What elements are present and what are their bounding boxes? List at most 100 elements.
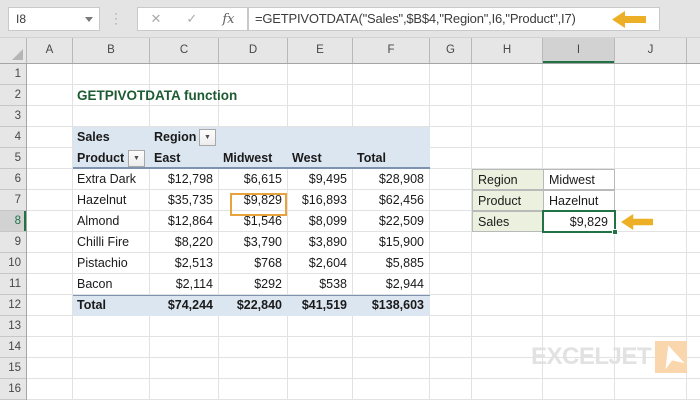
- pivot-value-cell[interactable]: $2,944: [353, 274, 424, 295]
- pivot-column-header[interactable]: Total: [357, 148, 386, 169]
- pivot-value-cell[interactable]: $6,615: [219, 169, 282, 190]
- pivot-row-field-label[interactable]: Product: [77, 148, 124, 169]
- pivot-value-cell[interactable]: $9,495: [288, 169, 347, 190]
- pivot-value-cell[interactable]: $538: [288, 274, 347, 295]
- row-header-4[interactable]: 4: [0, 127, 26, 148]
- pivot-value-cell[interactable]: $22,509: [353, 211, 424, 232]
- column-header-D[interactable]: D: [219, 38, 288, 63]
- pivot-value-cell[interactable]: $8,099: [288, 211, 347, 232]
- column-header-B[interactable]: B: [73, 38, 150, 63]
- pivot-value-field-label[interactable]: Sales: [77, 127, 110, 148]
- pivot-value-cell[interactable]: $28,908: [353, 169, 424, 190]
- pivot-column-header[interactable]: Midwest: [223, 148, 272, 169]
- lookup-label-cell[interactable]: Product: [472, 190, 544, 211]
- gridline: [429, 64, 430, 400]
- pivot-column-header[interactable]: East: [154, 148, 180, 169]
- row-header-7[interactable]: 7: [0, 190, 26, 211]
- row-header-13[interactable]: 13: [0, 316, 26, 337]
- row-headers: 1 2 3 4 5 6 7 8 9 10 11 12 13 14 15 16: [0, 64, 27, 400]
- pivot-value-cell[interactable]: $5,885: [353, 253, 424, 274]
- row-header-9[interactable]: 9: [0, 232, 26, 253]
- pivot-value-cell[interactable]: $35,735: [150, 190, 213, 211]
- enter-icon[interactable]: ✓: [186, 11, 197, 27]
- pivot-value-cell[interactable]: $2,513: [150, 253, 213, 274]
- row-header-15[interactable]: 15: [0, 358, 26, 379]
- formula-callout-arrow-icon: [612, 11, 646, 28]
- pivot-row-label[interactable]: Pistachio: [77, 253, 128, 274]
- page-title[interactable]: GETPIVOTDATA function: [77, 85, 237, 106]
- pivot-row-label[interactable]: Almond: [77, 211, 119, 232]
- row-header-1[interactable]: 1: [0, 64, 26, 85]
- formula-bar: I8 · · · ✕ ✓ fx =GETPIVOTDATA("Sales",$B$4…: [0, 0, 700, 38]
- corner-triangle-icon: [12, 49, 23, 60]
- lookup-value-cell[interactable]: Midwest: [543, 169, 615, 190]
- pivot-total-value[interactable]: $22,840: [219, 295, 282, 316]
- pivot-row-label[interactable]: Hazelnut: [77, 190, 126, 211]
- pivot-value-cell[interactable]: $3,790: [219, 232, 282, 253]
- row-header-10[interactable]: 10: [0, 253, 26, 274]
- pivot-value-cell[interactable]: $292: [219, 274, 282, 295]
- row-header-14[interactable]: 14: [0, 337, 26, 358]
- pivot-total-value[interactable]: $74,244: [150, 295, 213, 316]
- product-filter-button[interactable]: ▼: [128, 150, 145, 167]
- logo-wordmark: EXCELJET: [530, 343, 652, 370]
- pivot-value-cell[interactable]: $2,114: [150, 274, 213, 295]
- row-header-16[interactable]: 16: [0, 379, 26, 400]
- pivot-value-cell[interactable]: $62,456: [353, 190, 424, 211]
- lookup-value-cell[interactable]: Hazelnut: [543, 190, 615, 211]
- pivot-value-cell[interactable]: $8,220: [150, 232, 213, 253]
- gridline: [471, 64, 472, 400]
- row-header-3[interactable]: 3: [0, 106, 26, 127]
- pivot-total-value[interactable]: $138,603: [353, 295, 424, 316]
- name-box-value: I8: [16, 12, 27, 26]
- select-all-corner[interactable]: [0, 38, 27, 63]
- pivot-column-header[interactable]: West: [292, 148, 322, 169]
- column-header-I[interactable]: I: [543, 38, 615, 63]
- row-header-8[interactable]: 8: [0, 211, 26, 232]
- pivot-row-label[interactable]: Extra Dark: [77, 169, 136, 190]
- name-box[interactable]: I8: [8, 7, 100, 31]
- pivot-value-cell[interactable]: $2,604: [288, 253, 347, 274]
- column-header-A[interactable]: A: [27, 38, 73, 63]
- pivot-column-field-label[interactable]: Region: [154, 127, 196, 148]
- pivot-value-cell[interactable]: $12,864: [150, 211, 213, 232]
- pivot-value-cell[interactable]: $16,893: [288, 190, 347, 211]
- pivot-value-cell[interactable]: $12,798: [150, 169, 213, 190]
- row-header-11[interactable]: 11: [0, 274, 26, 295]
- pivot-total-label[interactable]: Total: [77, 295, 106, 316]
- column-header-E[interactable]: E: [288, 38, 353, 63]
- column-header-C[interactable]: C: [150, 38, 219, 63]
- row-header-12[interactable]: 12: [0, 295, 26, 316]
- chevron-down-icon[interactable]: [85, 17, 93, 22]
- region-filter-button[interactable]: ▼: [199, 129, 216, 146]
- active-cell-border: [542, 210, 616, 233]
- pivot-row-label[interactable]: Chilli Fire: [77, 232, 129, 253]
- cancel-icon[interactable]: ✕: [151, 11, 162, 27]
- row-header-2[interactable]: 2: [0, 85, 26, 106]
- pivot-value-cell[interactable]: $768: [219, 253, 282, 274]
- lookup-label-cell[interactable]: Region: [472, 169, 544, 190]
- pivot-value-cell[interactable]: $15,900: [353, 232, 424, 253]
- formula-input[interactable]: =GETPIVOTDATA("Sales",$B$4,"Region",I6,"…: [248, 7, 660, 31]
- highlighted-value-box: [230, 193, 287, 216]
- formula-buttons: ✕ ✓ fx: [137, 7, 248, 31]
- lookup-label-cell[interactable]: Sales: [472, 211, 544, 232]
- column-header-J[interactable]: J: [615, 38, 687, 63]
- column-header-G[interactable]: G: [430, 38, 472, 63]
- pivot-row-label[interactable]: Bacon: [77, 274, 112, 295]
- column-header-F[interactable]: F: [353, 38, 430, 63]
- result-callout-arrow-icon: [621, 214, 653, 230]
- excel-window: I8 · · · ✕ ✓ fx =GETPIVOTDATA("Sales",$B$4…: [0, 0, 700, 400]
- row-header-5[interactable]: 5: [0, 148, 26, 169]
- gridline: [72, 64, 73, 400]
- column-header-H[interactable]: H: [472, 38, 543, 63]
- pivot-value-cell[interactable]: $3,890: [288, 232, 347, 253]
- row-header-6[interactable]: 6: [0, 169, 26, 190]
- separator-dots-icon: · · ·: [114, 6, 118, 30]
- fill-handle[interactable]: [612, 229, 618, 235]
- pivot-total-value[interactable]: $41,519: [288, 295, 347, 316]
- formula-text: =GETPIVOTDATA("Sales",$B$4,"Region",I6,"…: [255, 11, 576, 26]
- insert-function-icon[interactable]: fx: [222, 12, 234, 27]
- logo-plane-icon: [655, 341, 687, 373]
- gridline: [27, 336, 700, 337]
